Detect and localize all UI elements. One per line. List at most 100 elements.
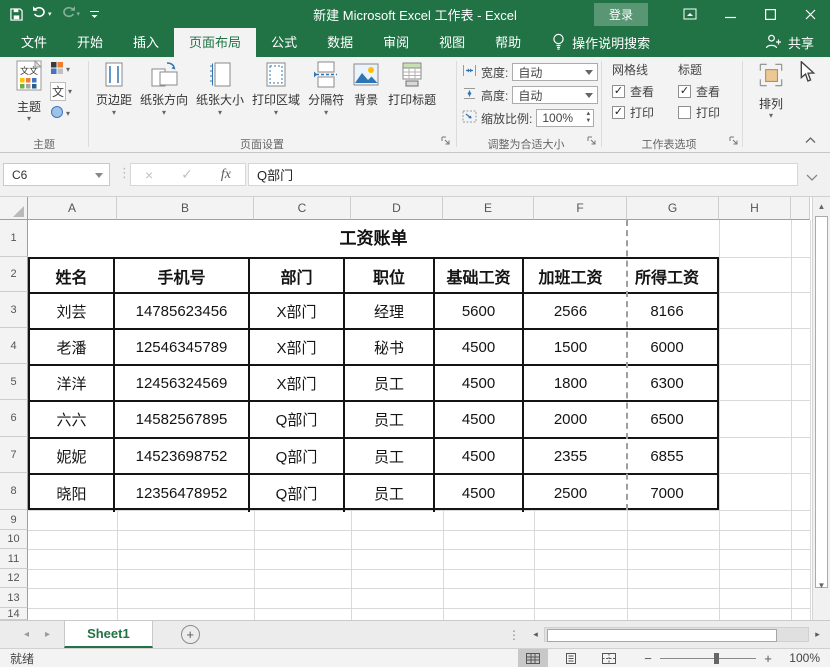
horizontal-scrollbar[interactable]: ◂ ▸ (527, 627, 826, 642)
column-header-F[interactable]: F (534, 197, 627, 220)
table-title[interactable]: 工资账单 (28, 220, 719, 257)
zoom-out-icon[interactable]: − (638, 651, 658, 666)
theme-colors-button[interactable]: ▾ (50, 61, 72, 78)
table-header-cell[interactable]: 所得工资 (617, 259, 717, 294)
tab-文件[interactable]: 文件 (6, 28, 62, 57)
tab-插入[interactable]: 插入 (118, 28, 174, 57)
collapse-ribbon-icon[interactable] (804, 133, 817, 147)
column-header-partial[interactable] (791, 197, 810, 220)
expand-formula-bar-icon[interactable] (806, 168, 818, 186)
column-header-E[interactable]: E (443, 197, 534, 220)
insert-function-icon[interactable]: fx (221, 167, 231, 183)
row-header-1[interactable]: 1 (0, 220, 28, 257)
close-icon[interactable] (790, 0, 830, 28)
tab-页面布局[interactable]: 页面布局 (174, 28, 256, 57)
table-cell[interactable]: 6855 (617, 439, 717, 475)
table-cell[interactable]: 经理 (345, 294, 435, 330)
标题-查看-checkbox[interactable]: ✓查看 (678, 84, 720, 99)
table-cell[interactable]: 员工 (345, 366, 435, 402)
dropdown-chevron-icon[interactable] (585, 70, 593, 75)
scale-to-fit-dialog-launcher-icon[interactable] (586, 135, 597, 146)
table-header-cell[interactable]: 基础工资 (435, 259, 524, 294)
column-header-D[interactable]: D (351, 197, 443, 220)
row-header-13[interactable]: 13 (0, 588, 28, 608)
vertical-scrollbar[interactable]: ▲ ▼ (812, 197, 830, 620)
table-header-cell[interactable]: 部门 (250, 259, 345, 294)
row-header-10[interactable]: 10 (0, 530, 28, 549)
customize-quick-access-icon[interactable] (89, 9, 100, 20)
table-cell[interactable]: 秘书 (345, 330, 435, 366)
table-cell[interactable]: 刘芸 (30, 294, 115, 330)
row-header-4[interactable]: 4 (0, 328, 28, 364)
table-cell[interactable]: 员工 (345, 439, 435, 475)
row-header-8[interactable]: 8 (0, 473, 28, 510)
row-header-12[interactable]: 12 (0, 569, 28, 588)
scroll-left-icon[interactable]: ◂ (527, 627, 544, 642)
zoom-level[interactable]: 100% (778, 651, 820, 665)
zoom-slider-thumb[interactable] (714, 653, 719, 664)
table-cell[interactable]: X部门 (250, 330, 345, 366)
theme-effects-button[interactable]: ▾ (50, 105, 72, 122)
zoom-in-icon[interactable]: + (758, 651, 778, 666)
dropdown-chevron-icon[interactable] (585, 93, 593, 98)
column-header-H[interactable]: H (719, 197, 791, 220)
tab-帮助[interactable]: 帮助 (480, 28, 536, 57)
纸张大小-button[interactable]: 纸张大小▾ (192, 60, 248, 117)
tab-公式[interactable]: 公式 (256, 28, 312, 57)
table-cell[interactable]: 晓阳 (30, 475, 115, 512)
table-cell[interactable]: 12546345789 (115, 330, 250, 366)
table-cell[interactable]: X部门 (250, 294, 345, 330)
table-cell[interactable]: 老潘 (30, 330, 115, 366)
minimize-icon[interactable] (710, 0, 750, 28)
themes-button[interactable]: 文文 主题 ▾ (6, 60, 52, 123)
page-break-preview-icon[interactable] (594, 649, 624, 667)
table-cell[interactable]: 14785623456 (115, 294, 250, 330)
table-cell[interactable]: 员工 (345, 402, 435, 439)
arrange-button[interactable]: 排列 ▾ (748, 60, 794, 120)
row-header-11[interactable]: 11 (0, 549, 28, 569)
table-cell[interactable]: 14523698752 (115, 439, 250, 475)
table-cell[interactable]: 洋洋 (30, 366, 115, 402)
next-sheet-icon[interactable]: ▸ (45, 629, 50, 640)
checked-checkbox-icon[interactable]: ✓ (612, 85, 625, 98)
table-cell[interactable]: 6000 (617, 330, 717, 366)
table-cell[interactable]: 7000 (617, 475, 717, 512)
sign-in-button[interactable]: 登录 (594, 3, 648, 26)
table-cell[interactable]: 员工 (345, 475, 435, 512)
table-cell[interactable]: 六六 (30, 402, 115, 439)
打印区域-button[interactable]: 打印区域▾ (248, 60, 304, 117)
undo-dropdown-icon[interactable]: ▾ (48, 10, 52, 18)
sheet-options-dialog-launcher-icon[interactable] (728, 135, 739, 146)
tab-视图[interactable]: 视图 (424, 28, 480, 57)
标题-打印-checkbox[interactable]: 打印 (678, 105, 720, 120)
scroll-up-icon[interactable]: ▲ (813, 198, 830, 215)
scroll-down-icon[interactable]: ▼ (813, 577, 830, 594)
checked-checkbox-icon[interactable]: ✓ (612, 106, 625, 119)
table-cell[interactable]: 2566 (524, 294, 617, 330)
formula-input[interactable]: Q部门 (248, 163, 798, 186)
name-box-dropdown-icon[interactable] (95, 173, 103, 178)
table-header-cell[interactable]: 姓名 (30, 259, 115, 294)
table-cell[interactable]: 2500 (524, 475, 617, 512)
column-header-B[interactable]: B (117, 197, 254, 220)
share-button[interactable]: 共享 (765, 28, 814, 57)
new-sheet-icon[interactable]: + (181, 625, 200, 644)
纸张方向-button[interactable]: 纸张方向▾ (136, 60, 192, 117)
redo-dropdown-icon[interactable]: ▾ (77, 10, 81, 18)
tab-数据[interactable]: 数据 (312, 28, 368, 57)
table-cell[interactable]: Q部门 (250, 439, 345, 475)
row-header-14[interactable]: 14 (0, 608, 28, 620)
table-cell[interactable]: 4500 (435, 330, 524, 366)
ribbon-display-options-icon[interactable] (670, 0, 710, 28)
tell-me-search[interactable]: 操作说明搜索 (552, 28, 650, 57)
page-layout-view-icon[interactable] (556, 649, 586, 667)
页边距-button[interactable]: 页边距▾ (92, 60, 136, 117)
save-icon[interactable] (10, 8, 23, 21)
table-cell[interactable]: 2000 (524, 402, 617, 439)
horizontal-scrollbar-track[interactable] (544, 627, 809, 642)
table-header-cell[interactable]: 职位 (345, 259, 435, 294)
tab-scrollbar-grip[interactable]: ⋮ (508, 628, 519, 642)
column-header-G[interactable]: G (627, 197, 719, 220)
table-cell[interactable]: 5600 (435, 294, 524, 330)
row-header-7[interactable]: 7 (0, 437, 28, 473)
